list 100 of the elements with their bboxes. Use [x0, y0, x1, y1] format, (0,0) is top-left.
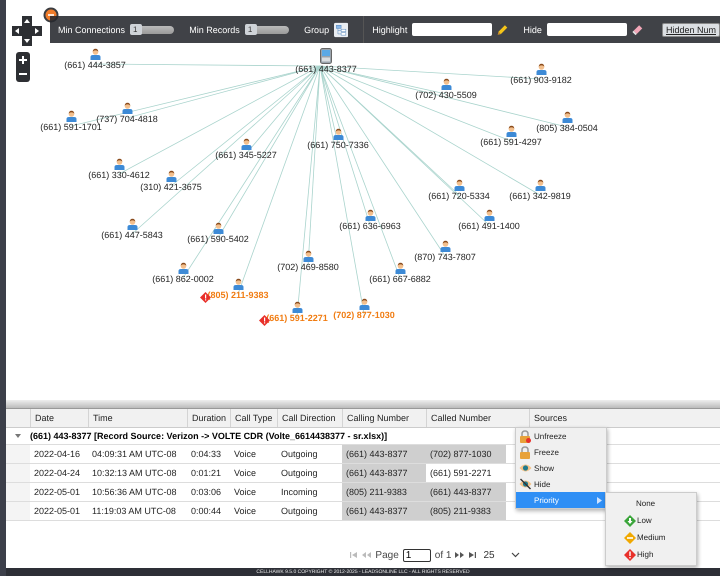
person-icon[interactable] — [240, 138, 252, 150]
table-cell-text: Voice — [233, 448, 258, 461]
person-icon[interactable] — [66, 110, 76, 122]
person-icon[interactable] — [454, 179, 464, 191]
slider-thumb[interactable]: 1 — [130, 24, 142, 35]
table-cell: (702) 877-1030 — [426, 445, 506, 463]
column-header[interactable]: Time — [88, 409, 187, 427]
node-label: (661) 345-5227 — [215, 150, 277, 161]
node-label: (661) 720-5334 — [428, 191, 490, 202]
table-cell: (661) 443-8377 — [342, 464, 426, 482]
table-cell-text: 10:56:36 AM UTC-08 — [91, 486, 178, 499]
person-icon[interactable] — [90, 48, 100, 60]
node-label: (661) 862-0002 — [152, 274, 214, 285]
slider-label: Min Records — [189, 24, 240, 34]
menu-item[interactable]: Unfreeze — [516, 428, 606, 444]
next-page-icon[interactable] — [455, 551, 464, 559]
eye-icon — [518, 478, 532, 490]
person-icon[interactable] — [212, 222, 224, 234]
hide-label: Hide — [523, 24, 542, 34]
menu-item[interactable]: Freeze — [516, 444, 606, 460]
person-icon[interactable] — [292, 301, 302, 313]
person-icon[interactable] — [440, 78, 452, 90]
node-label: (310) 421-3675 — [140, 182, 202, 193]
hidden-numbers-button[interactable]: Hidden Num — [662, 22, 720, 36]
column-header[interactable]: Date — [30, 409, 88, 427]
page-label: Page — [375, 550, 399, 560]
table-cell-text: Voice — [233, 467, 258, 480]
person-icon[interactable] — [484, 209, 494, 221]
table-cell-text: Outgoing — [280, 467, 319, 480]
person-icon[interactable] — [562, 111, 572, 123]
person-icon[interactable] — [506, 125, 516, 137]
node-label: (661) 591-4297 — [480, 137, 542, 148]
node-label: (661) 750-7336 — [307, 140, 369, 151]
person-icon[interactable] — [232, 278, 244, 290]
node-label: (661) 330-4612 — [88, 170, 150, 181]
person-icon[interactable] — [364, 209, 376, 221]
person-icon[interactable] — [440, 240, 450, 252]
person-icon[interactable] — [358, 298, 370, 310]
menu-item[interactable]: Medium — [606, 529, 696, 546]
menu-item[interactable]: Show — [516, 460, 606, 476]
node-label: (870) 743-7807 — [414, 252, 476, 263]
column-header[interactable]: Duration — [187, 409, 230, 427]
table-cell-text: 2022-04-16 — [33, 448, 82, 461]
table-cell-text: (661) 591-2271 — [429, 467, 493, 480]
node-label: (661) 444-3857 — [64, 60, 126, 71]
column-header[interactable]: Calling Number — [342, 409, 426, 427]
column-header[interactable]: Call Type — [230, 409, 277, 427]
zoom-in-icon[interactable] — [17, 54, 29, 66]
last-page-icon[interactable] — [468, 551, 476, 559]
node-label: (661) 342-9819 — [509, 191, 571, 202]
priority-icon — [624, 514, 636, 526]
table-cell: (805) 211-9383 — [426, 502, 506, 520]
table-cell: (805) 211-9383 — [342, 483, 426, 501]
page-field[interactable]: 1 — [402, 548, 431, 562]
table-cell-text: 2022-05-01 — [33, 486, 82, 499]
lock-icon — [519, 446, 531, 458]
person-icon[interactable] — [178, 262, 188, 274]
slider-label: Min Connections — [58, 24, 126, 34]
node-label: (661) 667-6882 — [369, 274, 431, 285]
person-icon[interactable] — [114, 158, 124, 170]
node-label: (661) 636-6963 — [339, 221, 401, 232]
group-label: Group — [304, 24, 330, 34]
group-icon[interactable] — [334, 20, 348, 38]
person-icon[interactable] — [126, 218, 138, 230]
hide-field[interactable] — [546, 23, 627, 36]
table-cell-text: 0:00:44 — [190, 505, 222, 518]
page-count: of 1 — [434, 550, 452, 560]
table-cell: (661) 443-8377 — [426, 483, 506, 501]
person-icon[interactable] — [536, 63, 546, 75]
lock-icon — [519, 430, 531, 442]
menu-item[interactable]: High — [606, 546, 696, 563]
menu-item[interactable]: None — [606, 495, 696, 512]
person-icon[interactable] — [122, 102, 132, 114]
person-icon[interactable] — [332, 128, 344, 140]
table-cell-text: 0:04:33 — [190, 448, 222, 461]
node-label: (702) 877-1030 — [333, 310, 395, 321]
node-label: (702) 469-8580 — [277, 262, 339, 273]
table-cell-text: Outgoing — [280, 505, 319, 518]
person-icon[interactable] — [166, 170, 176, 182]
pan-control[interactable] — [12, 16, 42, 46]
node-label: (661) 590-5402 — [187, 234, 249, 245]
person-icon[interactable] — [534, 179, 546, 191]
node-label: (737) 704-4818 — [96, 114, 158, 124]
phone-icon[interactable] — [320, 48, 332, 64]
priority-icon — [624, 548, 636, 560]
column-header[interactable]: Call Direction — [277, 409, 342, 427]
person-icon[interactable] — [302, 250, 314, 262]
highlight-field[interactable] — [412, 23, 492, 36]
table-cell-text: 04:09:31 AM UTC-08 — [91, 448, 178, 461]
eraser-icon[interactable] — [632, 22, 643, 36]
menu-item[interactable]: Low — [606, 512, 696, 529]
pencil-icon[interactable] — [497, 22, 508, 36]
slider-thumb[interactable]: 1 — [244, 24, 257, 35]
node-label: (661) 447-5843 — [101, 230, 163, 241]
person-icon[interactable] — [394, 262, 406, 274]
table-cell-text: 2022-04-24 — [33, 467, 82, 480]
menu-item[interactable]: Hide — [516, 476, 606, 492]
node-label: (661) 491-1400 — [458, 221, 520, 232]
table-cell-text: 0:01:21 — [190, 467, 222, 480]
eye-icon — [518, 462, 532, 474]
